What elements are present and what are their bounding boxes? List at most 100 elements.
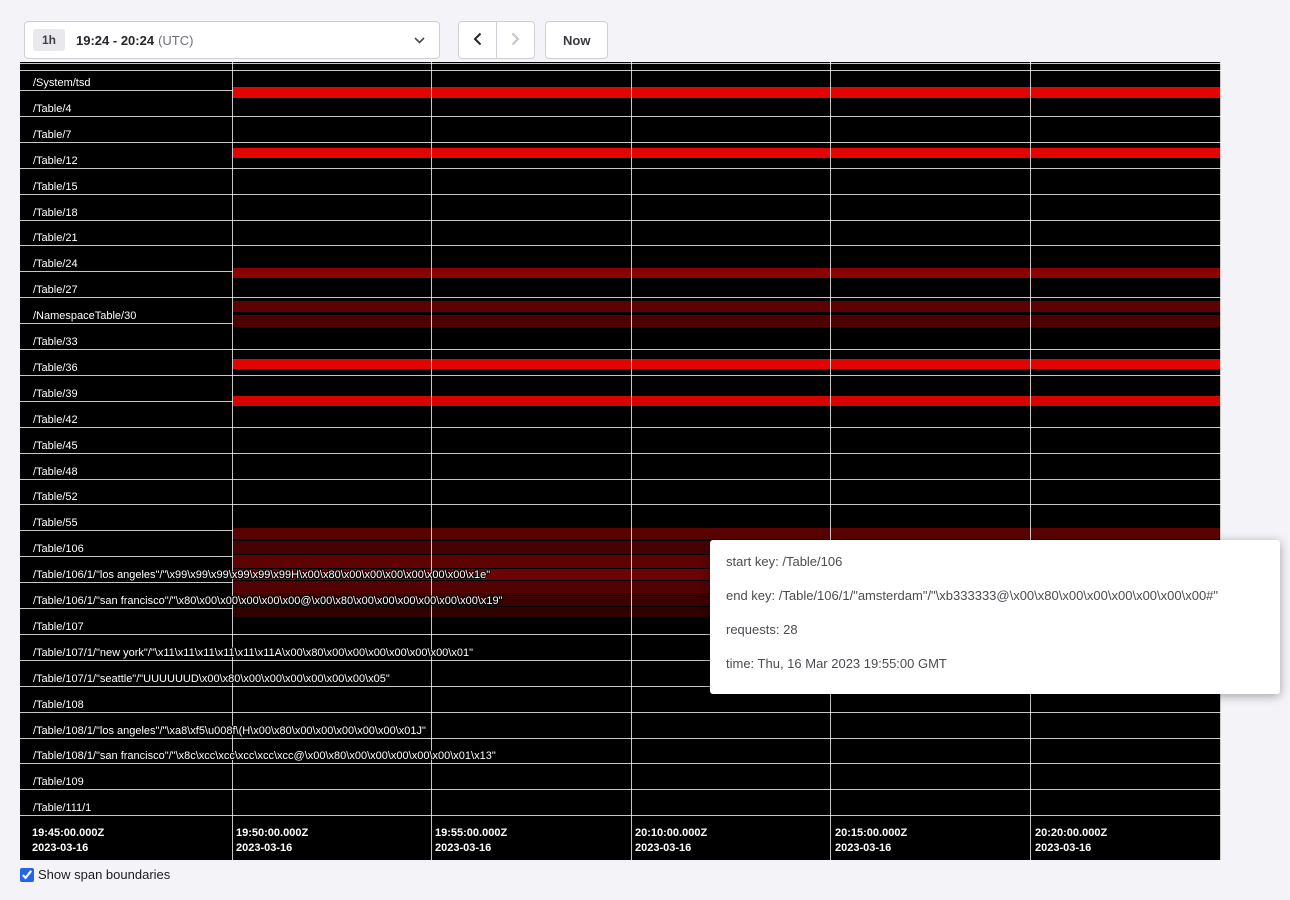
heat-band[interactable]: [233, 359, 1221, 369]
chevron-right-icon: [511, 32, 520, 49]
x-axis-label: 20:20:00.000Z2023-03-16: [1035, 826, 1107, 856]
range-value: 19:24 - 20:24: [76, 33, 154, 48]
x-axis-date: 2023-03-16: [635, 841, 707, 856]
span-boundary-line: [20, 349, 1221, 350]
row-label: /Table/15: [33, 181, 78, 193]
row-label: /System/tsd: [33, 77, 90, 89]
row-label: /Table/106/1/"los angeles"/"\x99\x99\x99…: [33, 569, 490, 581]
span-boundary-line: [20, 63, 1221, 64]
row-label: /Table/12: [33, 155, 78, 167]
row-label: /Table/107/1/"seattle"/"UUUUUUD\x00\x80\…: [33, 673, 390, 685]
span-boundary-line: [20, 375, 1221, 376]
x-axis-date: 2023-03-16: [32, 841, 104, 856]
chevron-down-icon: [414, 37, 425, 44]
span-boundary-line: [20, 504, 1221, 505]
x-axis-label: 20:15:00.000Z2023-03-16: [835, 826, 907, 856]
range-text: 19:24 - 20:24 (UTC): [76, 33, 193, 48]
x-axis-label: 19:50:00.000Z2023-03-16: [236, 826, 308, 856]
chevron-left-icon: [473, 32, 482, 49]
heat-band[interactable]: [233, 87, 1221, 98]
span-boundary-line: [20, 738, 1221, 739]
span-boundary-line: [20, 116, 1221, 117]
row-label: /Table/27: [33, 284, 78, 296]
row-label: /Table/107: [33, 621, 84, 633]
time-gridline: [1220, 62, 1221, 860]
row-label: /Table/55: [33, 517, 78, 529]
x-axis-time: 19:50:00.000Z: [236, 826, 308, 841]
row-label: /Table/39: [33, 388, 78, 400]
footer: Show span boundaries: [20, 867, 170, 882]
span-boundary-line: [20, 142, 1221, 143]
time-gridline: [830, 62, 831, 860]
span-boundary-line: [20, 453, 1221, 454]
span-boundary-line: [20, 815, 1221, 816]
row-label: /Table/109: [33, 776, 84, 788]
range-timezone: (UTC): [158, 33, 193, 48]
show-span-boundaries-label: Show span boundaries: [38, 867, 170, 882]
row-label: /Table/21: [33, 232, 78, 244]
span-boundary-line: [20, 220, 1221, 221]
heat-band[interactable]: [233, 315, 1221, 327]
time-gridline: [631, 62, 632, 860]
hover-tooltip: start key: /Table/106 end key: /Table/106…: [710, 540, 1280, 694]
row-label: /Table/108/1/"los angeles"/"\xa8\xf5\u00…: [33, 725, 426, 737]
x-axis-date: 2023-03-16: [835, 841, 907, 856]
row-label: /NamespaceTable/30: [33, 310, 136, 322]
row-label: /Table/106/1/"san francisco"/"\x80\x00\x…: [33, 595, 503, 607]
now-button[interactable]: Now: [545, 21, 608, 59]
row-label: /Table/48: [33, 466, 78, 478]
heat-band[interactable]: [233, 301, 1221, 312]
span-boundary-line: [20, 479, 1221, 480]
row-label: /Table/111/1: [33, 802, 91, 814]
next-range-button[interactable]: [496, 21, 535, 59]
x-axis-time: 20:20:00.000Z: [1035, 826, 1107, 841]
time-range-dropdown[interactable]: 1h 19:24 - 20:24 (UTC): [24, 21, 440, 59]
range-nav-buttons: [458, 21, 535, 59]
x-axis-label: 19:55:00.000Z2023-03-16: [435, 826, 507, 856]
prev-range-button[interactable]: [458, 21, 497, 59]
row-label: /Table/108/1/"san francisco"/"\x8c\xcc\x…: [33, 750, 496, 762]
x-axis-time: 20:15:00.000Z: [835, 826, 907, 841]
range-duration-badge: 1h: [33, 29, 65, 51]
x-axis-date: 2023-03-16: [435, 841, 507, 856]
x-axis-time: 20:10:00.000Z: [635, 826, 707, 841]
row-label: /Table/7: [33, 129, 72, 141]
x-axis-time: 19:45:00.000Z: [32, 826, 104, 841]
span-boundary-line: [20, 427, 1221, 428]
row-label: /Table/45: [33, 440, 78, 452]
row-label: /Table/108: [33, 699, 84, 711]
span-boundary-line: [20, 789, 1221, 790]
time-gridline: [232, 62, 233, 860]
row-label: /Table/42: [33, 414, 78, 426]
row-label: /Table/33: [33, 336, 78, 348]
show-span-boundaries-checkbox[interactable]: [20, 868, 34, 882]
span-boundary-line: [20, 194, 1221, 195]
x-axis-date: 2023-03-16: [1035, 841, 1107, 856]
span-boundary-line: [20, 712, 1221, 713]
row-label: /Table/107/1/"new york"/"\x11\x11\x11\x1…: [33, 647, 473, 659]
row-label: /Table/24: [33, 258, 78, 270]
time-gridline: [431, 62, 432, 860]
heat-band[interactable]: [233, 396, 1221, 406]
x-axis-label: 20:10:00.000Z2023-03-16: [635, 826, 707, 856]
tooltip-line: start key: /Table/106: [726, 552, 1264, 572]
row-label: /Table/106: [33, 543, 84, 555]
time-gridline: [1030, 62, 1031, 860]
row-label: /Table/4: [33, 103, 72, 115]
tooltip-line: requests: 28: [726, 620, 1264, 640]
span-boundary-line: [20, 245, 1221, 246]
span-boundary-line: [20, 168, 1221, 169]
x-axis-label: 19:45:00.000Z2023-03-16: [32, 826, 104, 856]
heat-band[interactable]: [233, 268, 1221, 278]
heat-band[interactable]: [233, 528, 1221, 539]
span-boundary-line: [20, 763, 1221, 764]
tooltip-line: end key: /Table/106/1/"amsterdam"/"\xb33…: [726, 586, 1264, 606]
x-axis-date: 2023-03-16: [236, 841, 308, 856]
span-boundary-line: [20, 70, 1221, 71]
row-label: /Table/52: [33, 491, 78, 503]
key-visualizer-canvas[interactable]: /System/tsd/Table/4/Table/7/Table/12/Tab…: [20, 62, 1221, 860]
span-boundary-line: [20, 297, 1221, 298]
heat-band[interactable]: [233, 148, 1221, 158]
row-label: /Table/36: [33, 362, 78, 374]
row-label: /Table/18: [33, 207, 78, 219]
